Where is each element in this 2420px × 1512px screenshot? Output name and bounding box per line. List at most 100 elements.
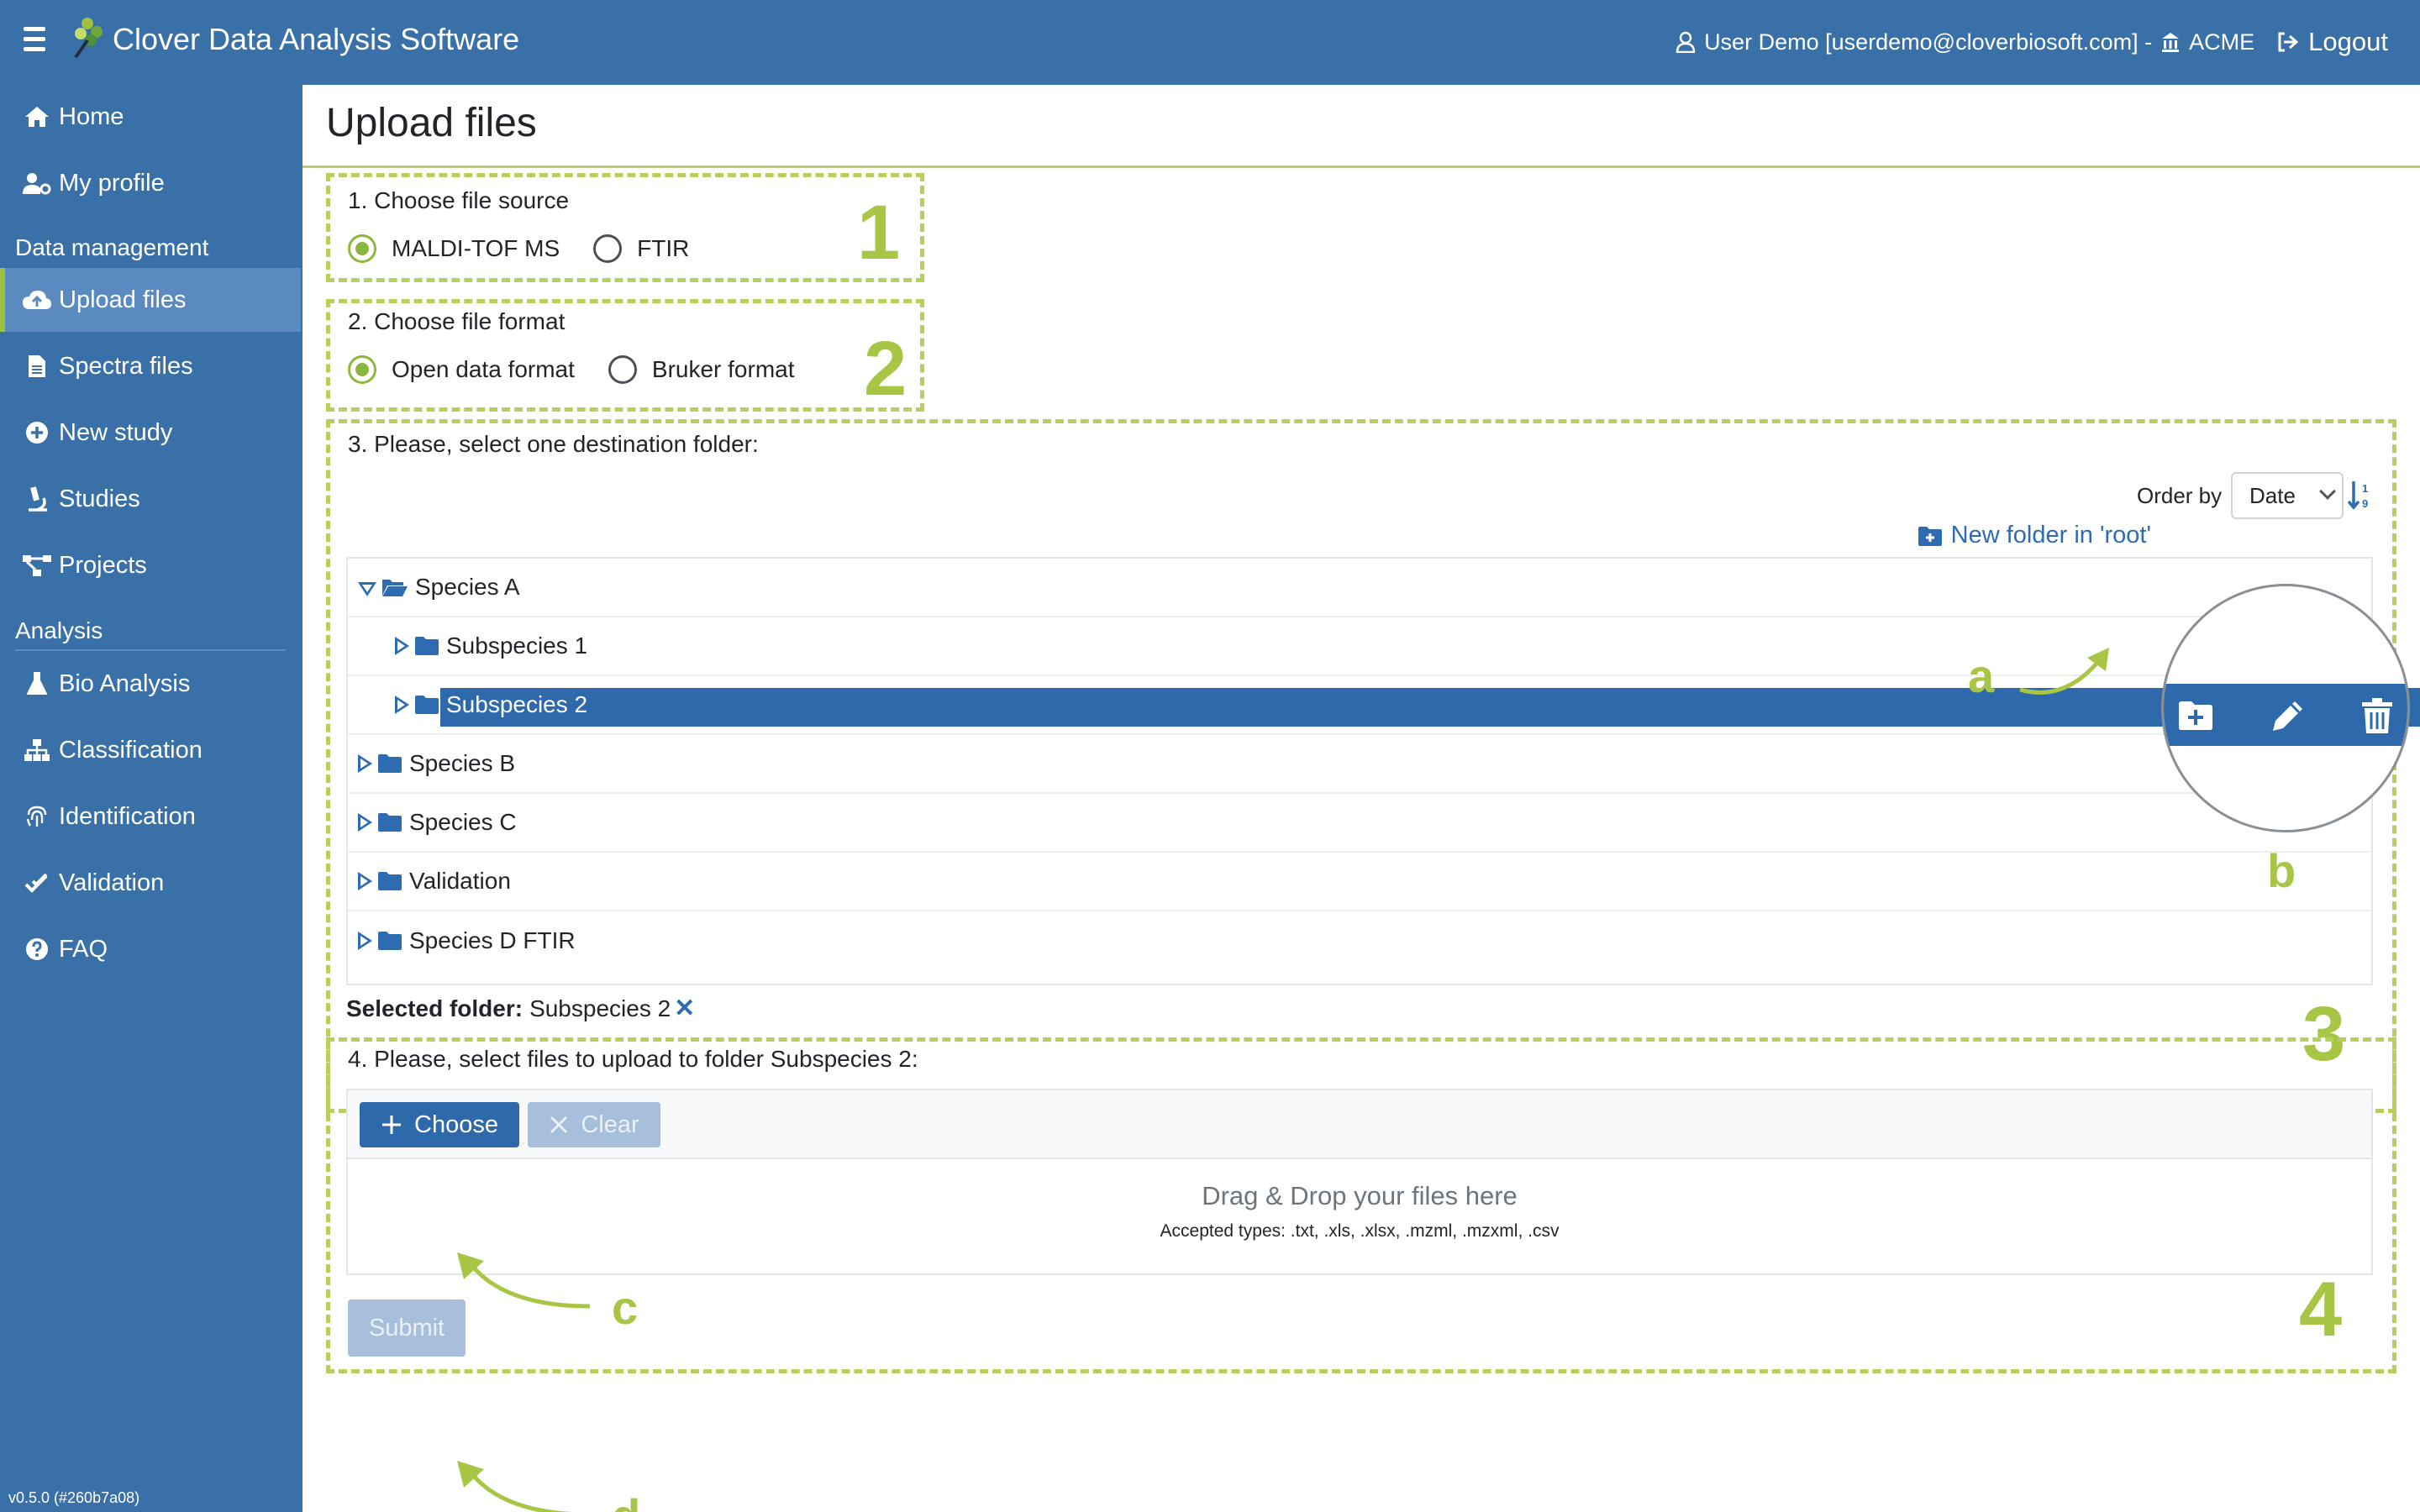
clear-selection-icon[interactable]: ✕: [674, 994, 695, 1023]
selected-folder-label: Selected folder:: [346, 995, 523, 1021]
title-divider: [302, 165, 2420, 168]
sidebar-item-label: My profile: [59, 169, 165, 197]
folder-plus-icon: [1918, 526, 1942, 546]
chevron-down-icon: [2319, 483, 2336, 500]
clear-button[interactable]: Clear: [528, 1102, 660, 1147]
add-subfolder-icon[interactable]: [2175, 696, 2216, 736]
caret-collapsed-icon[interactable]: [358, 754, 372, 773]
sidebar-item-label: Studies: [59, 485, 140, 512]
radio-maldi[interactable]: [348, 234, 376, 263]
annotation-arrow-c: [457, 1252, 591, 1309]
logout-label: Logout: [2308, 27, 2388, 56]
step1-label: 1. Choose file source: [348, 187, 570, 213]
app-title: Clover Data Analysis Software: [113, 22, 520, 56]
sidebar-item-label: Upload files: [59, 286, 187, 313]
menu-icon[interactable]: [24, 27, 45, 52]
sidebar-item-label: Bio Analysis: [59, 669, 191, 697]
sidebar: Home My profile Data management Upload f…: [0, 85, 302, 1512]
clover-logo: [74, 18, 103, 59]
caret-collapsed-icon[interactable]: [395, 637, 409, 655]
section-analysis: Analysis: [15, 617, 103, 643]
folder-icon: [378, 813, 402, 832]
tree-node-species-d-ftir[interactable]: Species D FTIR: [348, 911, 2371, 970]
caret-collapsed-icon[interactable]: [358, 932, 372, 950]
sidebar-item-bio-analysis[interactable]: Bio Analysis: [0, 652, 301, 716]
tree-node-label: Species D FTIR: [409, 927, 576, 953]
annotation-arrow-a: [2019, 648, 2109, 695]
tree-node-species-b[interactable]: Species B: [348, 735, 2371, 794]
radio-ftir[interactable]: [593, 234, 623, 263]
tree-node-species-c[interactable]: Species C: [348, 794, 2371, 853]
user-area: User Demo [userdemo@cloverbiosoft.com] -…: [1676, 27, 2388, 57]
caret-collapsed-icon[interactable]: [395, 696, 409, 714]
order-by-value: Date: [2249, 482, 2296, 508]
folder-icon: [415, 637, 439, 655]
caret-collapsed-icon[interactable]: [358, 813, 372, 832]
accepted-types: Accepted types: .txt, .xls, .xlsx, .mzml…: [1160, 1221, 1560, 1241]
choose-label: Choose: [414, 1110, 498, 1138]
sidebar-item-label: FAQ: [59, 935, 108, 963]
sidebar-item-projects[interactable]: Projects: [0, 533, 301, 597]
caret-expanded-icon[interactable]: [358, 581, 376, 596]
annotation-number-2: 2: [864, 326, 908, 412]
plus-icon: [382, 1116, 402, 1134]
annotation-number-4: 4: [2299, 1267, 2343, 1352]
sidebar-item-label: Projects: [59, 551, 147, 579]
sidebar-item-faq[interactable]: FAQ: [0, 917, 301, 981]
tree-node-label: Subspecies 2: [446, 691, 588, 717]
selected-folder-display: Selected folder: Subspecies 2 ✕: [346, 994, 695, 1023]
logout-button[interactable]: Logout: [2276, 27, 2388, 57]
selected-highlight: [440, 688, 2420, 727]
annotation-letter-a: a: [1968, 649, 1995, 702]
svg-text:1: 1: [2362, 482, 2368, 495]
tree-node-label: Validation: [409, 868, 511, 894]
folder-tree: Species A Subspecies 1 Subspecies 2 Spec…: [346, 557, 2420, 985]
edit-pencil-icon[interactable]: [2268, 696, 2308, 736]
user-icon: [1676, 31, 1696, 53]
sidebar-item-new-study[interactable]: New study: [0, 401, 301, 465]
sort-direction-icon[interactable]: 1 9: [2347, 478, 2375, 512]
project-diagram-icon: [20, 553, 54, 578]
svg-text:9: 9: [2362, 497, 2368, 510]
step3-label: 3. Please, select one destination folder…: [348, 431, 759, 457]
caret-collapsed-icon[interactable]: [358, 872, 372, 890]
file-icon: [20, 354, 54, 379]
order-by-label: Order by: [2137, 483, 2223, 508]
new-folder-link[interactable]: New folder in 'root': [1269, 522, 2151, 549]
tree-node-species-a[interactable]: Species A: [348, 559, 2371, 617]
radio-open-data-label: Open data format: [392, 356, 575, 382]
tree-node-label: Subspecies 1: [446, 633, 588, 659]
sidebar-item-spectra-files[interactable]: Spectra files: [0, 334, 301, 398]
sidebar-item-label: Identification: [59, 802, 196, 830]
sidebar-item-studies[interactable]: Studies: [0, 467, 301, 531]
file-upload-area[interactable]: Choose Clear Drag & Drop your files here…: [346, 1089, 2373, 1275]
sidebar-item-identification[interactable]: Identification: [0, 785, 301, 848]
annotation-letter-c: c: [612, 1281, 639, 1334]
folder-icon: [378, 754, 402, 773]
tree-node-validation[interactable]: Validation: [348, 853, 2371, 911]
section-divider: [15, 649, 286, 651]
times-icon: [550, 1116, 568, 1134]
home-icon: [20, 104, 54, 129]
order-by-select[interactable]: Date: [2231, 472, 2344, 519]
section-data-management: Data management: [15, 234, 209, 260]
folder-icon: [378, 932, 402, 950]
submit-button[interactable]: Submit: [348, 1299, 466, 1357]
choose-button[interactable]: Choose: [360, 1102, 519, 1147]
sidebar-item-classification[interactable]: Classification: [0, 718, 301, 782]
user-cog-icon: [20, 171, 54, 196]
radio-open-data[interactable]: [348, 355, 376, 384]
sitemap-icon: [20, 738, 54, 763]
sidebar-item-validation[interactable]: Validation: [0, 851, 301, 915]
microscope-icon: [20, 486, 54, 512]
row-actions-magnifier: [2161, 584, 2410, 832]
sidebar-item-upload-files[interactable]: Upload files: [0, 268, 301, 332]
sidebar-item-my-profile[interactable]: My profile: [0, 151, 301, 215]
fingerprint-icon: [20, 804, 54, 829]
sidebar-item-home[interactable]: Home: [0, 85, 301, 149]
institution-icon: [2162, 33, 2180, 52]
radio-bruker[interactable]: [608, 355, 637, 384]
organization-name: ACME: [2189, 29, 2255, 55]
trash-icon[interactable]: [2357, 696, 2397, 736]
flask-icon: [20, 671, 54, 696]
